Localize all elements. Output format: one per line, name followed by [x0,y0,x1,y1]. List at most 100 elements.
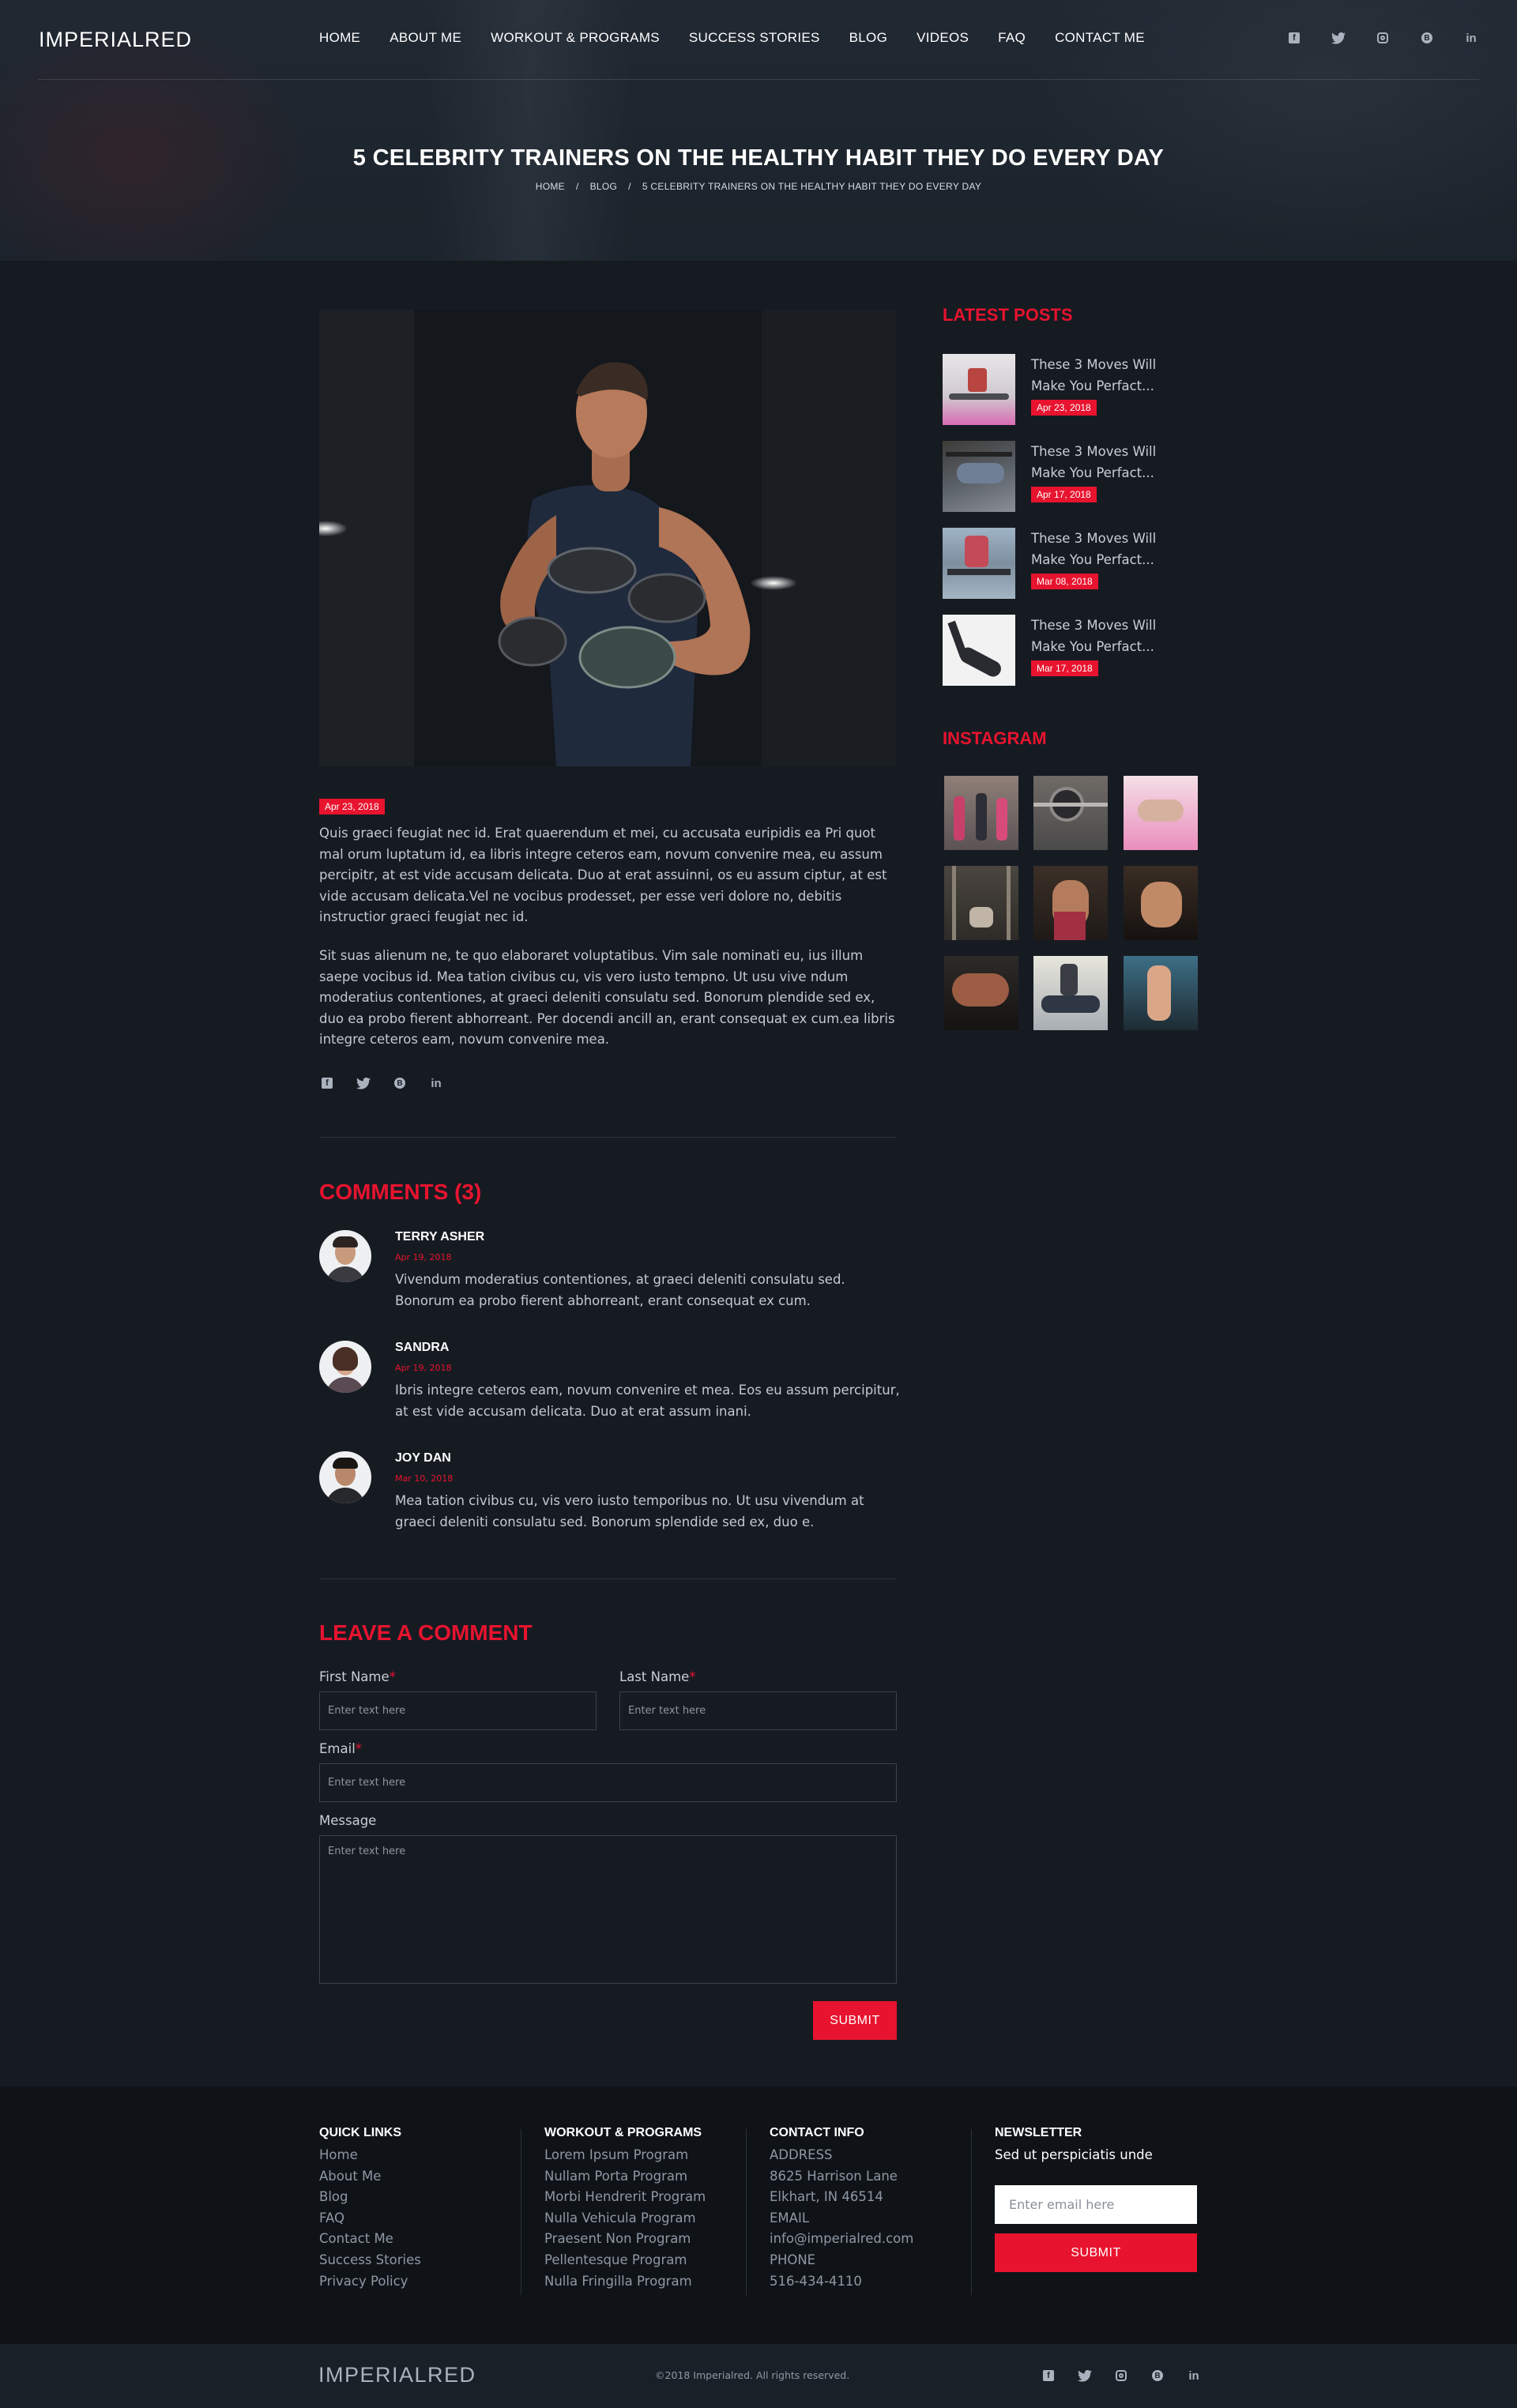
latest-post-item[interactable]: These 3 Moves Will Make You Perfact... A… [943,441,1180,512]
instagram-photo[interactable] [944,776,1018,850]
comment-text: Vivendum moderatius contentiones, at gra… [395,1272,845,1308]
nav-workout-programs[interactable]: WORKOUT & PROGRAMS [491,30,660,46]
instagram-photo[interactable] [944,956,1018,1030]
blogger-icon[interactable]: B [1419,30,1435,46]
newsletter-email-input[interactable] [995,2185,1197,2224]
linkedin-icon[interactable]: in [1463,30,1479,46]
comment-text: Mea tation civibus cu, vis vero iusto te… [395,1493,864,1529]
latest-post-title[interactable]: These 3 Moves Will Make You Perfact... [1031,441,1189,483]
site-logo[interactable]: IMPERIALRED [39,28,192,52]
avatar [319,1451,371,1503]
message-textarea[interactable] [319,1835,897,1984]
comment-author: JOY DAN [395,1451,451,1465]
footer-program-link[interactable]: Nullam Porta Program [544,2166,706,2188]
copyright-text: ©2018 Imperialred. All rights reserved. [655,2369,850,2381]
latest-post-title[interactable]: These 3 Moves Will Make You Perfact... [1031,615,1189,657]
comment-author: SANDRA [395,1341,450,1354]
latest-post-item[interactable]: These 3 Moves Will Make You Perfact... M… [943,528,1180,599]
linkedin-icon[interactable]: in [1186,2368,1202,2384]
latest-post-item[interactable]: These 3 Moves Will Make You Perfact... M… [943,615,1180,686]
section-divider [319,1137,897,1138]
comment: JOY DAN Mar 10, 2018 Mea tation civibus … [319,1451,897,1538]
latest-post-title[interactable]: These 3 Moves Will Make You Perfact... [1031,354,1189,397]
email-input[interactable] [319,1763,897,1802]
footer-program-link[interactable]: Nulla Vehicula Program [544,2208,706,2229]
footer-program-link[interactable]: Praesent Non Program [544,2229,706,2250]
footer-link-home[interactable]: Home [319,2145,421,2166]
post-date: Apr 23, 2018 [319,798,385,815]
latest-post-item[interactable]: These 3 Moves Will Make You Perfact... A… [943,354,1180,425]
post-thumbnail[interactable] [943,528,1015,599]
breadcrumb-separator: / [575,181,579,192]
instagram-photo[interactable] [1033,956,1108,1030]
footer-link-faq[interactable]: FAQ [319,2208,421,2229]
avatar [319,1230,371,1282]
footer-link-about-me[interactable]: About Me [319,2166,421,2188]
footer-link-privacy-policy[interactable]: Privacy Policy [319,2271,421,2293]
footer-heading: CONTACT INFO [770,2126,864,2139]
facebook-icon[interactable]: f [1041,2368,1056,2384]
last-name-input[interactable] [619,1691,897,1730]
contact-email[interactable]: info@imperialred.com [770,2229,913,2250]
footer-link-contact-me[interactable]: Contact Me [319,2229,421,2250]
nav-home[interactable]: HOME [319,30,360,46]
footer-link-blog[interactable]: Blog [319,2187,421,2208]
comment-date: Mar 10, 2018 [395,1473,454,1484]
comments-heading: COMMENTS (3) [319,1180,482,1204]
contact-phone[interactable]: 516-434-4110 [770,2271,913,2293]
post-thumbnail[interactable] [943,354,1015,425]
linkedin-icon[interactable]: in [428,1075,444,1091]
footer-program-link[interactable]: Nulla Fringilla Program [544,2271,706,2293]
blogger-icon[interactable]: B [1150,2368,1165,2384]
facebook-icon[interactable]: f [319,1075,335,1091]
instagram-photo[interactable] [1124,956,1198,1030]
nav-success-stories[interactable]: SUCCESS STORIES [689,30,820,46]
breadcrumb: HOME / BLOG / 5 CELEBRITY TRAINERS ON THE HE… [0,181,1517,192]
instagram-photo[interactable] [1033,776,1108,850]
twitter-icon[interactable] [1331,30,1346,46]
latest-post-date: Apr 23, 2018 [1031,400,1097,416]
footer-program-link[interactable]: Lorem Ipsum Program [544,2145,706,2166]
comment-date: Apr 19, 2018 [395,1363,452,1373]
address-line: 8625 Harrison Lane [770,2168,898,2184]
submit-comment-button[interactable]: SUBMIT [813,2001,897,2040]
footer-logo[interactable]: IMPERIALRED [318,2363,476,2387]
latest-post-title[interactable]: These 3 Moves Will Make You Perfact... [1031,528,1189,570]
page-title: 5 CELEBRITY TRAINERS ON THE HEALTHY HABI… [352,145,1165,171]
footer-heading: WORKOUT & PROGRAMS [544,2126,702,2139]
nav-contact-me[interactable]: CONTACT ME [1055,30,1145,46]
instagram-photo[interactable] [1124,776,1198,850]
comment-text: Ibris integre ceteros eam, novum conveni… [395,1383,900,1419]
footer-program-link[interactable]: Pellentesque Program [544,2250,706,2271]
post-thumbnail[interactable] [943,615,1015,686]
blogger-icon[interactable]: B [392,1075,408,1091]
footer [0,2086,1517,2344]
last-name-label: Last Name* [619,1669,696,1684]
instagram-photo[interactable] [944,866,1018,940]
footer-heading: QUICK LINKS [319,2126,401,2139]
main-nav: HOME ABOUT ME WORKOUT & PROGRAMS SUCCESS… [319,30,1174,46]
newsletter-submit-button[interactable]: SUBMIT [995,2233,1197,2272]
instagram-photo[interactable] [1033,866,1108,940]
breadcrumb-blog[interactable]: BLOG [590,181,618,192]
address-label: ADDRESS [770,2147,833,2162]
nav-faq[interactable]: FAQ [998,30,1026,46]
breadcrumb-home[interactable]: HOME [536,181,565,192]
first-name-input[interactable] [319,1691,597,1730]
twitter-icon[interactable] [1077,2368,1093,2384]
twitter-icon[interactable] [356,1075,371,1091]
section-divider [319,1578,897,1579]
nav-blog[interactable]: BLOG [849,30,887,46]
footer-program-link[interactable]: Morbi Hendrerit Program [544,2187,706,2208]
post-thumbnail[interactable] [943,441,1015,512]
instagram-icon[interactable] [1375,30,1391,46]
instagram-photo[interactable] [1124,866,1198,940]
facebook-icon[interactable]: f [1286,30,1302,46]
latest-post-date: Mar 17, 2018 [1031,660,1098,676]
footer-link-success-stories[interactable]: Success Stories [319,2250,421,2271]
instagram-icon[interactable] [1113,2368,1129,2384]
nav-about-me[interactable]: ABOUT ME [390,30,461,46]
nav-videos[interactable]: VIDEOS [917,30,969,46]
breadcrumb-current: 5 CELEBRITY TRAINERS ON THE HEALTHY HABI… [642,181,982,192]
post-paragraph: Sit suas alienum ne, te quo elaboraret v… [319,948,895,1048]
